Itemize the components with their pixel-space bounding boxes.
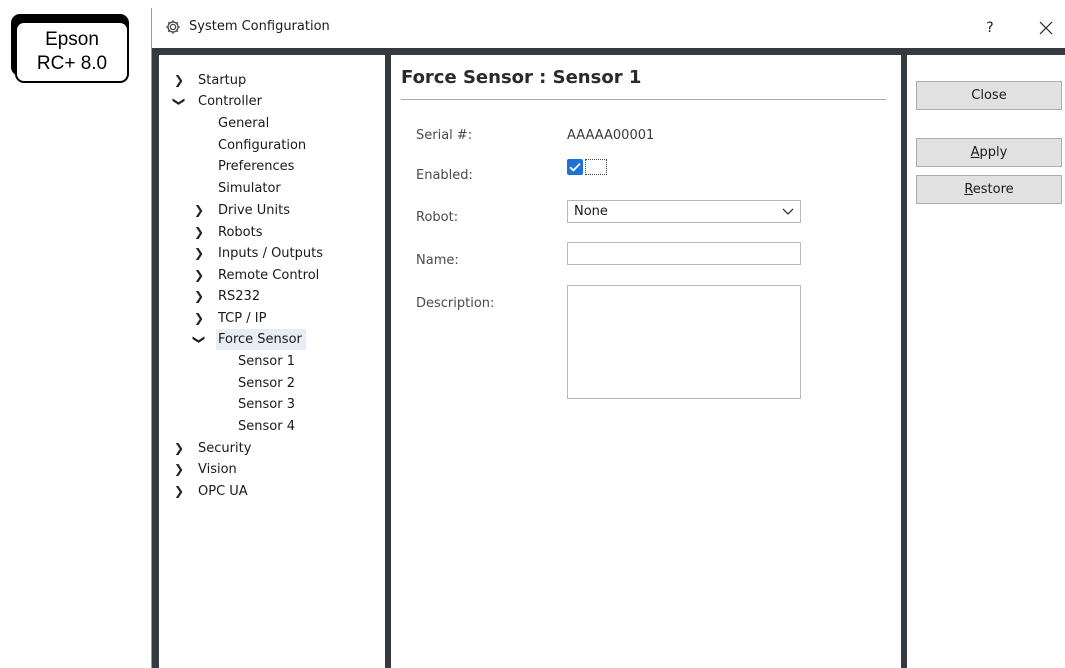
tree-item-label: Inputs / Outputs bbox=[218, 246, 324, 261]
tree-item-label: OPC UA bbox=[198, 484, 248, 499]
chevron-right-icon: ❯ bbox=[174, 73, 185, 87]
tree-item-label: Vision bbox=[198, 462, 237, 477]
tree-item-robots[interactable]: ❯ Robots bbox=[194, 222, 266, 243]
description-field[interactable] bbox=[567, 285, 801, 399]
tree-item-configuration[interactable]: Configuration bbox=[216, 135, 310, 156]
name-field[interactable] bbox=[567, 242, 801, 265]
close-window-button[interactable] bbox=[1032, 14, 1060, 42]
apply-label-rest: pply bbox=[979, 145, 1008, 160]
badge-line-2: RC+ 8.0 bbox=[36, 53, 108, 74]
apply-mnemonic: A bbox=[970, 145, 980, 160]
chevron-right-icon: ❯ bbox=[194, 203, 205, 217]
tree-item-general[interactable]: General bbox=[216, 113, 273, 134]
badge-line-1: Epson bbox=[45, 29, 99, 50]
tree-item-rs232[interactable]: ❯ RS232 bbox=[194, 286, 264, 307]
description-label: Description: bbox=[416, 296, 495, 311]
tree-item-label: Drive Units bbox=[218, 203, 291, 218]
tree-item-label: Startup bbox=[198, 73, 247, 88]
tree-item-tcp-ip[interactable]: ❯ TCP / IP bbox=[194, 308, 270, 329]
tree-item-label: Sensor 1 bbox=[238, 354, 295, 369]
tree-item-security[interactable]: ❯ Security bbox=[174, 438, 255, 459]
enabled-label: Enabled: bbox=[416, 168, 473, 183]
check-icon bbox=[569, 162, 581, 172]
robot-label: Robot: bbox=[416, 210, 459, 225]
name-label: Name: bbox=[416, 253, 459, 268]
serial-value: AAAAA00001 bbox=[567, 128, 655, 143]
chevron-right-icon: ❯ bbox=[194, 289, 205, 303]
button-pane: Close Apply Restore bbox=[907, 55, 1065, 668]
tree-item-preferences[interactable]: Preferences bbox=[216, 156, 298, 177]
content-pane: Force Sensor : Sensor 1 Serial #: AAAAA0… bbox=[391, 55, 901, 668]
help-button[interactable]: ? bbox=[976, 14, 1004, 42]
tree-item-label: RS232 bbox=[218, 289, 261, 304]
close-button[interactable]: Close bbox=[916, 81, 1062, 110]
tree-item-controller[interactable]: ❯ Controller bbox=[173, 91, 266, 112]
tree-item-remote-control[interactable]: ❯ Remote Control bbox=[194, 265, 323, 286]
chevron-right-icon: ❯ bbox=[174, 462, 185, 476]
restore-mnemonic: R bbox=[964, 182, 973, 197]
tree-item-label: Preferences bbox=[218, 159, 295, 174]
tree-item-vision[interactable]: ❯ Vision bbox=[174, 459, 241, 480]
gear-icon bbox=[166, 20, 180, 34]
tree-item-opc-ua[interactable]: ❯ OPC UA bbox=[174, 481, 252, 502]
navigation-tree: ❯ Startup ❯ Controller General Configurati… bbox=[159, 55, 385, 668]
tree-item-label: Sensor 4 bbox=[238, 419, 295, 434]
tree-item-label: Configuration bbox=[218, 138, 307, 153]
tree-item-drive-units[interactable]: ❯ Drive Units bbox=[194, 200, 294, 221]
title-bar[interactable]: System Configuration ? bbox=[152, 8, 1065, 48]
tree-item-label: TCP / IP bbox=[218, 311, 267, 326]
chevron-right-icon: ❯ bbox=[194, 268, 205, 282]
chevron-right-icon: ❯ bbox=[194, 225, 205, 239]
tree-item-force-sensor[interactable]: ❯ Force Sensor bbox=[193, 329, 306, 350]
tree-item-label: Simulator bbox=[218, 181, 281, 196]
tree-item-simulator[interactable]: Simulator bbox=[216, 178, 285, 199]
chevron-down-icon bbox=[782, 201, 794, 229]
chevron-right-icon: ❯ bbox=[174, 441, 185, 455]
robot-select[interactable]: None bbox=[567, 200, 801, 223]
tree-item-sensor-3[interactable]: Sensor 3 bbox=[236, 394, 299, 415]
tree-item-inputs-outputs[interactable]: ❯ Inputs / Outputs bbox=[194, 243, 327, 264]
epson-badge: Epson RC+ 8.0 bbox=[15, 21, 129, 83]
focus-indicator bbox=[585, 159, 607, 175]
chevron-right-icon: ❯ bbox=[194, 246, 205, 260]
tree-item-label: Robots bbox=[218, 225, 263, 240]
tree-item-sensor-2[interactable]: Sensor 2 bbox=[236, 373, 299, 394]
system-configuration-dialog: System Configuration ? ❯ Startup ❯ Control… bbox=[151, 8, 1065, 668]
tree-item-label: Remote Control bbox=[218, 268, 320, 283]
badge-shadow: Epson RC+ 8.0 bbox=[11, 14, 129, 83]
tree-item-label: Controller bbox=[198, 94, 262, 109]
tree-item-label: Security bbox=[198, 441, 252, 456]
window-title: System Configuration bbox=[189, 19, 330, 34]
tree-item-label: General bbox=[218, 116, 270, 131]
serial-label: Serial #: bbox=[416, 128, 473, 143]
tree-item-label: Sensor 3 bbox=[238, 397, 295, 412]
heading-divider bbox=[401, 99, 886, 100]
apply-button[interactable]: Apply bbox=[916, 138, 1062, 167]
close-icon bbox=[1039, 21, 1053, 35]
enabled-checkbox[interactable] bbox=[567, 159, 583, 175]
restore-label-rest: estore bbox=[972, 182, 1014, 197]
tree-item-sensor-4[interactable]: Sensor 4 bbox=[236, 416, 299, 437]
page-title: Force Sensor : Sensor 1 bbox=[401, 67, 642, 88]
tree-item-label: Force Sensor bbox=[216, 329, 306, 350]
tree-item-label: Sensor 2 bbox=[238, 376, 295, 391]
restore-button[interactable]: Restore bbox=[916, 175, 1062, 204]
robot-select-value: None bbox=[574, 204, 608, 219]
tree-item-sensor-1[interactable]: Sensor 1 bbox=[236, 351, 299, 372]
chevron-down-icon: ❯ bbox=[192, 334, 207, 345]
tree-item-startup[interactable]: ❯ Startup bbox=[174, 70, 250, 91]
chevron-right-icon: ❯ bbox=[194, 311, 205, 325]
dialog-frame: ❯ Startup ❯ Controller General Configurati… bbox=[152, 48, 1065, 668]
chevron-down-icon: ❯ bbox=[172, 96, 187, 107]
chevron-right-icon: ❯ bbox=[174, 484, 185, 498]
